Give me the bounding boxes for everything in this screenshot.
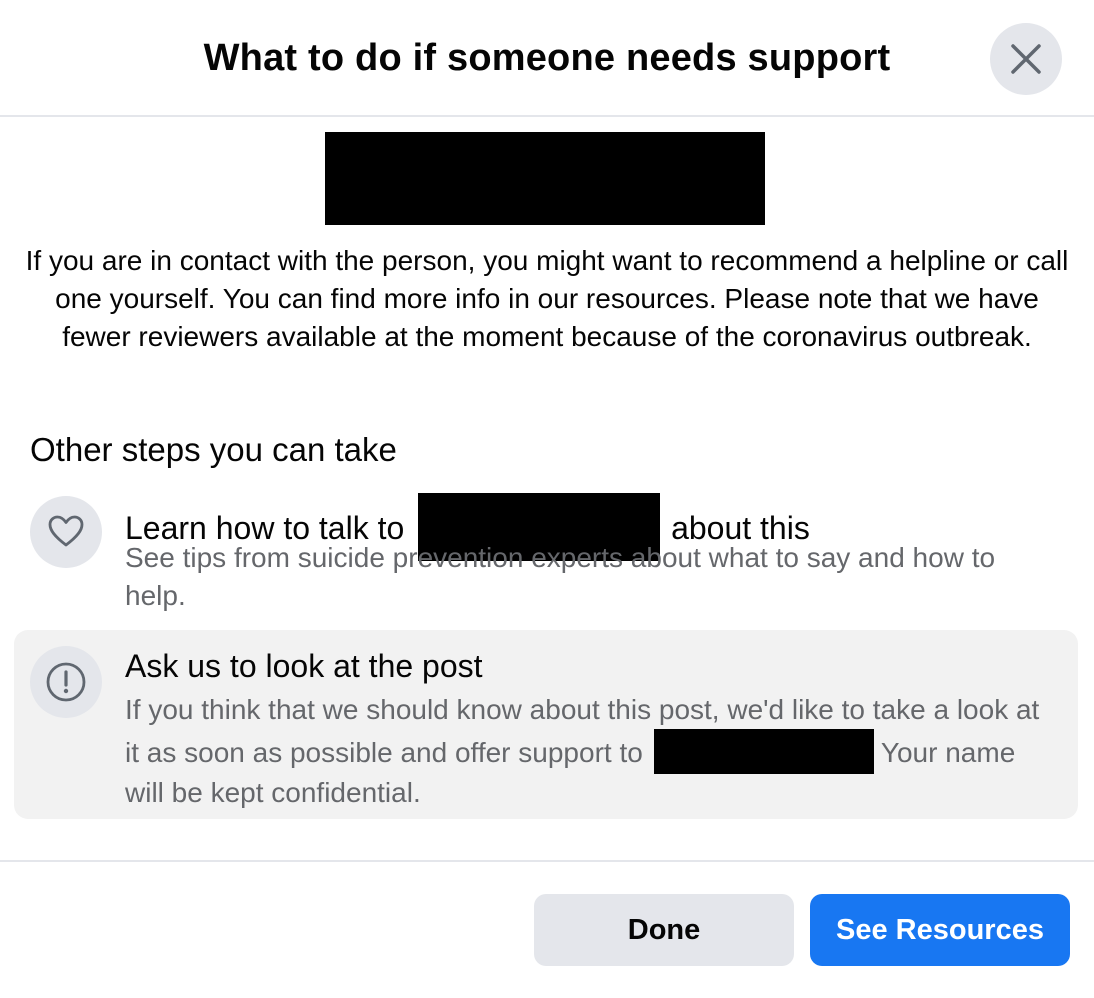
- heart-icon-container: [30, 496, 102, 568]
- redacted-name-banner: [325, 132, 765, 225]
- heart-icon: [48, 515, 84, 547]
- intro-text: If you are in contact with the person, y…: [25, 245, 1069, 352]
- learn-option-description: See tips from suicide prevention experts…: [125, 542, 996, 611]
- learn-how-to-talk-option[interactable]: Learn how to talk to about this See tips…: [14, 476, 1078, 622]
- footer-divider: [0, 860, 1094, 862]
- ask-option-description: If you think that we should know about t…: [125, 691, 1060, 812]
- redacted-name-inline: [653, 729, 874, 774]
- support-dialog: What to do if someone needs support If y…: [0, 0, 1094, 998]
- close-icon: [1011, 44, 1041, 74]
- exclamation-icon-container: [30, 646, 102, 718]
- close-button[interactable]: [990, 23, 1062, 95]
- other-steps-heading: Other steps you can take: [30, 431, 397, 468]
- ask-us-to-look-option[interactable]: Ask us to look at the post If you think …: [14, 630, 1078, 819]
- exclamation-circle-icon: [46, 662, 86, 702]
- ask-option-title: Ask us to look at the post: [125, 648, 483, 684]
- dialog-title: What to do if someone needs support: [203, 37, 891, 79]
- dialog-header: What to do if someone needs support: [0, 0, 1094, 117]
- done-button[interactable]: Done: [534, 894, 794, 966]
- see-resources-button[interactable]: See Resources: [810, 894, 1070, 966]
